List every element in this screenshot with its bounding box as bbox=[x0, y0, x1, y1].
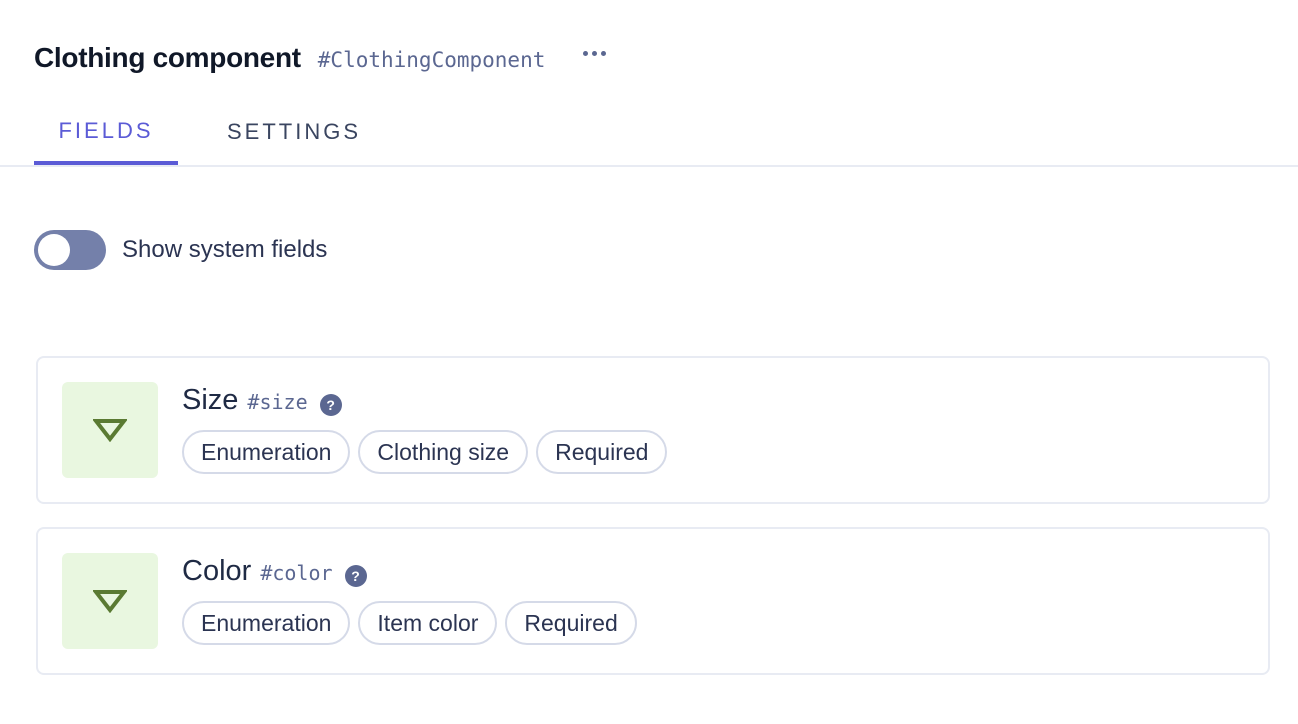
field-card-color[interactable]: Color #color ? Enumeration Item color Re… bbox=[36, 527, 1270, 675]
field-tag: Clothing size bbox=[358, 430, 529, 474]
field-tag: Required bbox=[505, 601, 637, 645]
toggle-knob bbox=[38, 234, 70, 266]
field-type-thumbnail bbox=[62, 553, 158, 649]
field-api-id: #size bbox=[247, 390, 308, 414]
page-header: Clothing component #ClothingComponent bbox=[34, 38, 610, 78]
field-name: Size bbox=[182, 384, 239, 416]
field-tag: Enumeration bbox=[182, 430, 351, 474]
field-name: Color bbox=[182, 555, 252, 587]
component-title: Clothing component bbox=[34, 42, 301, 73]
more-options-button[interactable] bbox=[579, 47, 610, 60]
more-horizontal-icon bbox=[583, 50, 589, 56]
tab-fields[interactable]: FIELDS bbox=[34, 100, 178, 165]
field-type-thumbnail bbox=[62, 382, 158, 478]
enumeration-triangle-icon bbox=[93, 590, 127, 613]
field-tag: Required bbox=[536, 430, 668, 474]
more-dot bbox=[592, 50, 598, 56]
field-api-id: #color bbox=[260, 561, 333, 585]
field-card-size[interactable]: Size #size ? Enumeration Clothing size R… bbox=[36, 356, 1270, 504]
tab-bar: FIELDS SETTINGS bbox=[0, 100, 1298, 167]
field-tag: Enumeration bbox=[182, 601, 351, 645]
show-system-fields-toggle[interactable] bbox=[34, 230, 106, 270]
component-api-id: #ClothingComponent bbox=[317, 48, 546, 72]
system-fields-toggle-row: Show system fields bbox=[34, 230, 327, 270]
more-dot bbox=[601, 50, 607, 56]
tab-settings[interactable]: SETTINGS bbox=[222, 100, 366, 163]
toggle-label: Show system fields bbox=[122, 236, 328, 263]
field-tag: Item color bbox=[358, 601, 498, 645]
help-icon[interactable]: ? bbox=[319, 394, 342, 416]
help-icon[interactable]: ? bbox=[344, 565, 367, 587]
enumeration-triangle-icon bbox=[93, 419, 127, 442]
